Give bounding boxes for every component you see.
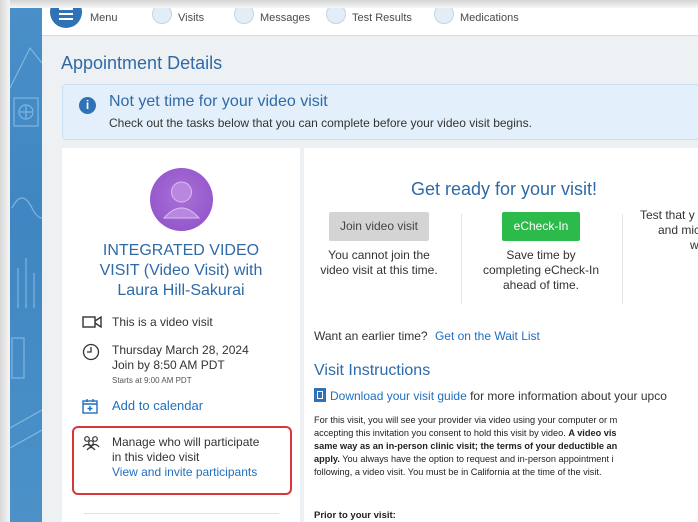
visit-join-by: Join by 8:50 AM PDT [112,358,225,372]
background-illustration [10,8,42,522]
nav-menu-label: Menu [90,12,118,24]
window-shadow-left [0,0,10,522]
test-line2: and micr [658,223,698,237]
app-main: Menu Visits Messages Test Results Medica… [42,8,698,522]
nav-messages[interactable]: Messages [234,8,310,28]
calendar-add-icon [82,399,98,414]
para-line1: For this visit, you will see your provid… [314,415,618,425]
illustration-icon [10,46,42,449]
test-line1: Test that y [640,208,695,222]
wait-list-link[interactable]: Get on the Wait List [435,329,540,343]
alert-title: Not yet time for your video visit [109,93,328,110]
provider-avatar [150,168,213,231]
visit-details-card: Get ready for your visit! Join video vis… [304,148,698,522]
earlier-text: Want an earlier time? [314,329,428,343]
document-icon [314,388,326,402]
para-line3: same way as an in-person clinic visit; t… [314,441,618,451]
echeckin-line2: completing eCheck-In [482,263,600,277]
info-alert: i Not yet time for your video visit Chec… [62,84,698,140]
test-device-column: Test that y and micr wo [630,208,698,253]
calendar-icon [152,8,172,24]
download-guide-link[interactable]: Download your visit guide [330,389,467,403]
nav-messages-label: Messages [260,12,311,24]
info-icon: i [79,97,96,114]
ready-title: Get ready for your visit! [410,179,598,199]
menu-button[interactable] [50,8,82,28]
guide-rest-text: for more information about your upco [470,389,667,403]
echeckin-column: eCheck-In Save time by completing eCheck… [466,212,616,293]
page-title: Appointment Details [61,53,223,73]
nav-visits-label: Visits [178,12,205,24]
echeckin-button[interactable]: eCheck-In [501,212,581,241]
nav-test-results[interactable]: Test Results [326,8,412,28]
para-line2a: accepting this invitation you consent to… [314,428,566,438]
para-line4a: apply. [314,454,340,464]
visit-starts-at: Starts at 9:00 AM PDT [112,376,192,385]
visit-title-line2: VISIT (Video Visit) with [99,262,263,279]
visit-type-label: This is a video visit [112,315,213,329]
visit-date: Thursday March 28, 2024 [112,343,249,357]
flask-icon [326,8,346,24]
top-navbar: Menu Visits Messages Test Results Medica… [42,8,698,36]
join-line1: You cannot join the [328,248,430,262]
nav-visits[interactable]: Visits [152,8,204,28]
person-icon [162,181,201,219]
window-shadow-top [0,0,698,8]
join-video-button[interactable]: Join video visit [328,212,430,241]
visit-title: INTEGRATED VIDEO VISIT (Video Visit) wit… [62,241,300,301]
instructions-title: Visit Instructions [314,362,431,379]
alert-subtitle: Check out the tasks below that you can c… [109,116,532,130]
pill-icon [434,8,454,24]
column-separator [461,214,462,304]
guide-row: Download your visit guide for more infor… [314,388,667,403]
para-line4b: You always have the option to request an… [342,454,614,464]
echeckin-line3: ahead of time. [502,278,580,292]
earlier-time-row: Want an earlier time? Get on the Wait Li… [314,329,540,343]
join-video-column: Join video visit You cannot join the vid… [304,212,454,278]
nav-medications[interactable]: Medications [434,8,519,28]
para-line5: following, a video visit. You must be in… [314,467,602,477]
nav-medications-label: Medications [460,12,519,24]
add-to-calendar-link[interactable]: Add to calendar [112,398,312,413]
clock-icon [82,343,100,361]
nav-menu[interactable]: Menu [90,8,118,28]
visit-time-text: Thursday March 28, 2024 Join by 8:50 AM … [112,343,312,388]
video-camera-icon [82,315,102,329]
nav-test-results-label: Test Results [352,12,412,24]
para-line2b: A video vis [568,428,617,438]
highlight-box [72,426,292,495]
envelope-icon [234,8,254,24]
visit-title-line1: INTEGRATED VIDEO [102,242,260,259]
join-line2: video visit at this time. [320,263,438,277]
echeckin-line1: Save time by [506,248,576,262]
card-divider [84,513,279,514]
visit-summary-card: INTEGRATED VIDEO VISIT (Video Visit) wit… [62,148,300,522]
test-line3: wo [690,238,698,252]
prior-heading: Prior to your visit: [314,510,396,521]
column-separator [622,214,623,304]
instructions-paragraph: For this visit, you will see your provid… [314,414,698,479]
visit-title-line3: Laura Hill-Sakurai [117,282,245,299]
